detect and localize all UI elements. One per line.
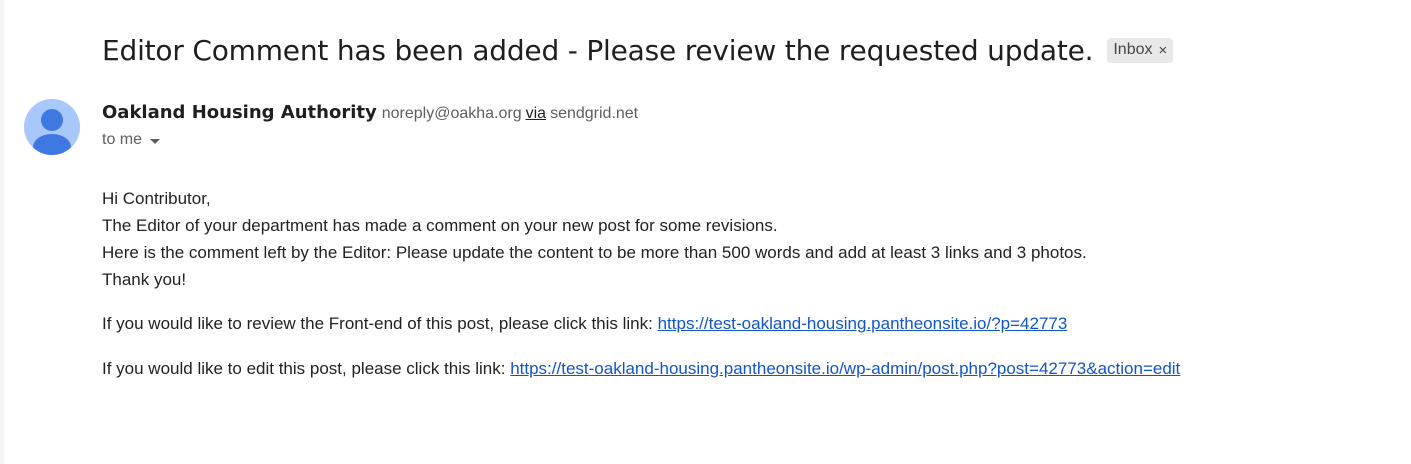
body-line-1: The Editor of your department has made a… — [102, 216, 778, 235]
email-body: Hi Contributor, The Editor of your depar… — [102, 185, 1180, 382]
close-icon[interactable]: × — [1158, 43, 1167, 58]
subject-row: Editor Comment has been added - Please r… — [102, 34, 1174, 67]
person-icon — [33, 109, 71, 155]
via-domain: sendgrid.net — [550, 105, 639, 122]
via-link[interactable]: via — [526, 105, 546, 123]
recipient-text: to me — [102, 131, 143, 148]
sender-name[interactable]: Oakland Housing Authority — [102, 102, 377, 123]
left-edge-divider — [0, 0, 4, 464]
review-text: If you would like to review the Front-en… — [102, 314, 658, 333]
edit-paragraph: If you would like to edit this post, ple… — [102, 355, 1180, 382]
sender-row: Oakland Housing Authority noreply@oakha.… — [102, 102, 638, 123]
edit-link[interactable]: https://test-oakland-housing.pantheonsit… — [510, 359, 1180, 378]
edit-text: If you would like to edit this post, ple… — [102, 359, 511, 378]
sender-email: noreply@oakha.org — [381, 105, 522, 122]
inbox-label-chip[interactable]: Inbox × — [1107, 38, 1174, 63]
review-link[interactable]: https://test-oakland-housing.pantheonsit… — [658, 314, 1068, 333]
caret-down-icon[interactable] — [150, 138, 161, 144]
body-line-2: Here is the comment left by the Editor: … — [102, 243, 1087, 262]
recipient-row[interactable]: to me — [102, 131, 161, 149]
label-text: Inbox — [1113, 41, 1153, 58]
review-paragraph: If you would like to review the Front-en… — [102, 310, 1180, 337]
email-subject: Editor Comment has been added - Please r… — [102, 34, 1094, 67]
avatar[interactable] — [24, 99, 80, 155]
body-line-3: Thank you! — [102, 270, 187, 289]
greeting: Hi Contributor, — [102, 189, 211, 208]
